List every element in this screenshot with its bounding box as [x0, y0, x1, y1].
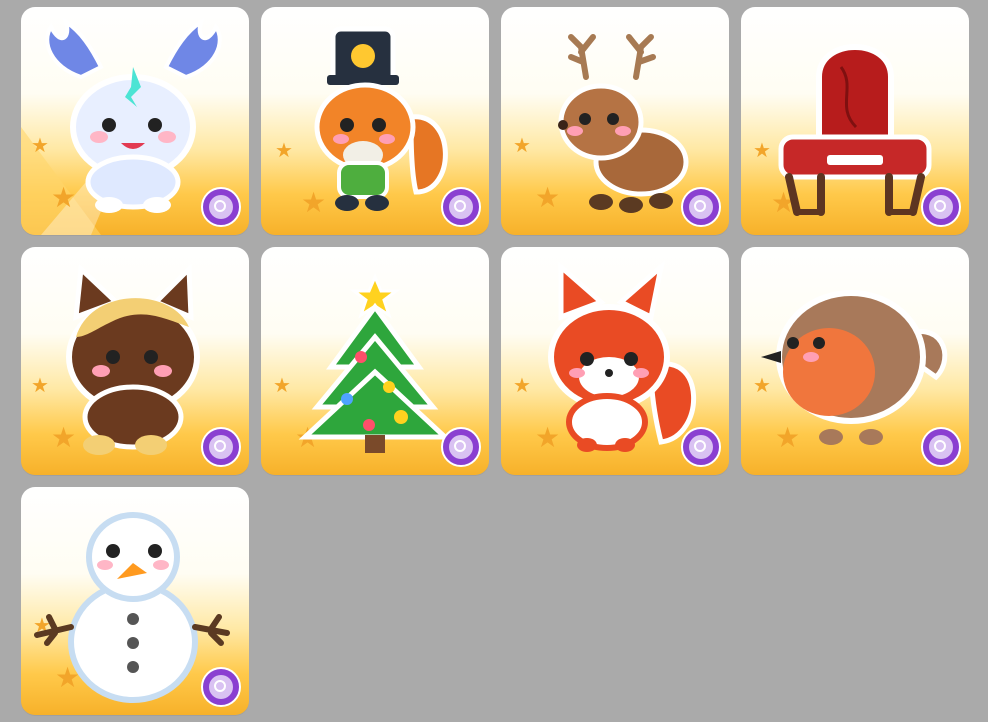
pet-card-robin[interactable]: ★ ★ Robin	[741, 247, 969, 475]
rarity-badge-icon	[681, 427, 721, 467]
rarity-badge-icon	[201, 427, 241, 467]
pet-card-christmas-tree[interactable]: ★ ★ Christmas Tree	[261, 247, 489, 475]
inventory-grid: ★ ★ Frost Fury ★ ★	[0, 0, 988, 722]
rarity-badge-icon	[921, 427, 961, 467]
rarity-badge-icon	[921, 187, 961, 227]
rarity-badge-icon	[201, 667, 241, 707]
rarity-badge-icon	[441, 187, 481, 227]
pet-card-snowman[interactable]: ★ ★ Snowman	[21, 487, 249, 715]
rarity-badge-icon	[201, 187, 241, 227]
pet-card-red-fox[interactable]: ★ ★ Red Fox	[501, 247, 729, 475]
pet-card-throne[interactable]: ★ ★ Royal Throne	[741, 7, 969, 235]
rarity-badge-icon	[681, 187, 721, 227]
pet-card-nutcracker-squirrel[interactable]: ★ ★ Nutcracker Squirrel	[261, 7, 489, 235]
pet-card-reindeer[interactable]: ★ ★ Reindeer	[501, 7, 729, 235]
pet-card-fox-cat[interactable]: ★ ★ Fox Pet	[21, 247, 249, 475]
pet-card-frost-fury[interactable]: ★ ★ Frost Fury	[21, 7, 249, 235]
rarity-badge-icon	[441, 427, 481, 467]
